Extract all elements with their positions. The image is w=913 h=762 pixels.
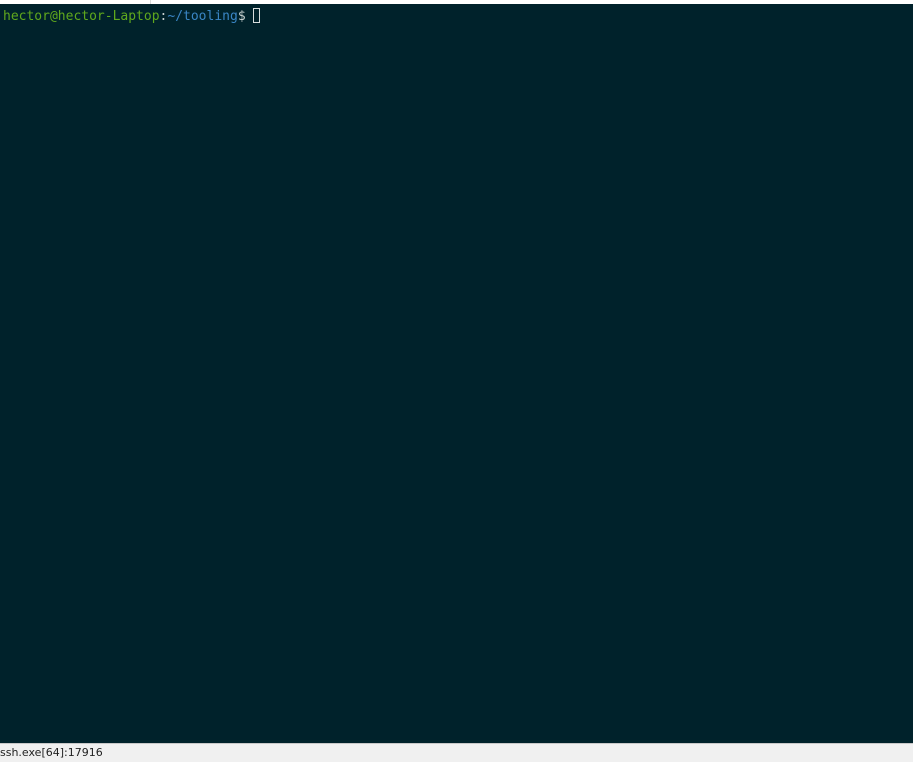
status-bar: ssh.exe[64]:17916 bbox=[0, 743, 913, 762]
text-cursor[interactable] bbox=[253, 8, 261, 23]
prompt-user-host: hector@hector-Laptop bbox=[3, 9, 160, 24]
terminal-area[interactable]: hector@hector-Laptop:~/tooling$ bbox=[0, 4, 913, 743]
terminal-window: hector@hector-Laptop:~/tooling$ ssh.exe[… bbox=[0, 0, 913, 762]
prompt-dollar: $ bbox=[237, 9, 254, 24]
prompt-path: ~/tooling bbox=[167, 9, 238, 24]
status-process-info: ssh.exe[64]:17916 bbox=[0, 746, 103, 759]
prompt-line: hector@hector-Laptop:~/tooling$ bbox=[3, 8, 261, 26]
